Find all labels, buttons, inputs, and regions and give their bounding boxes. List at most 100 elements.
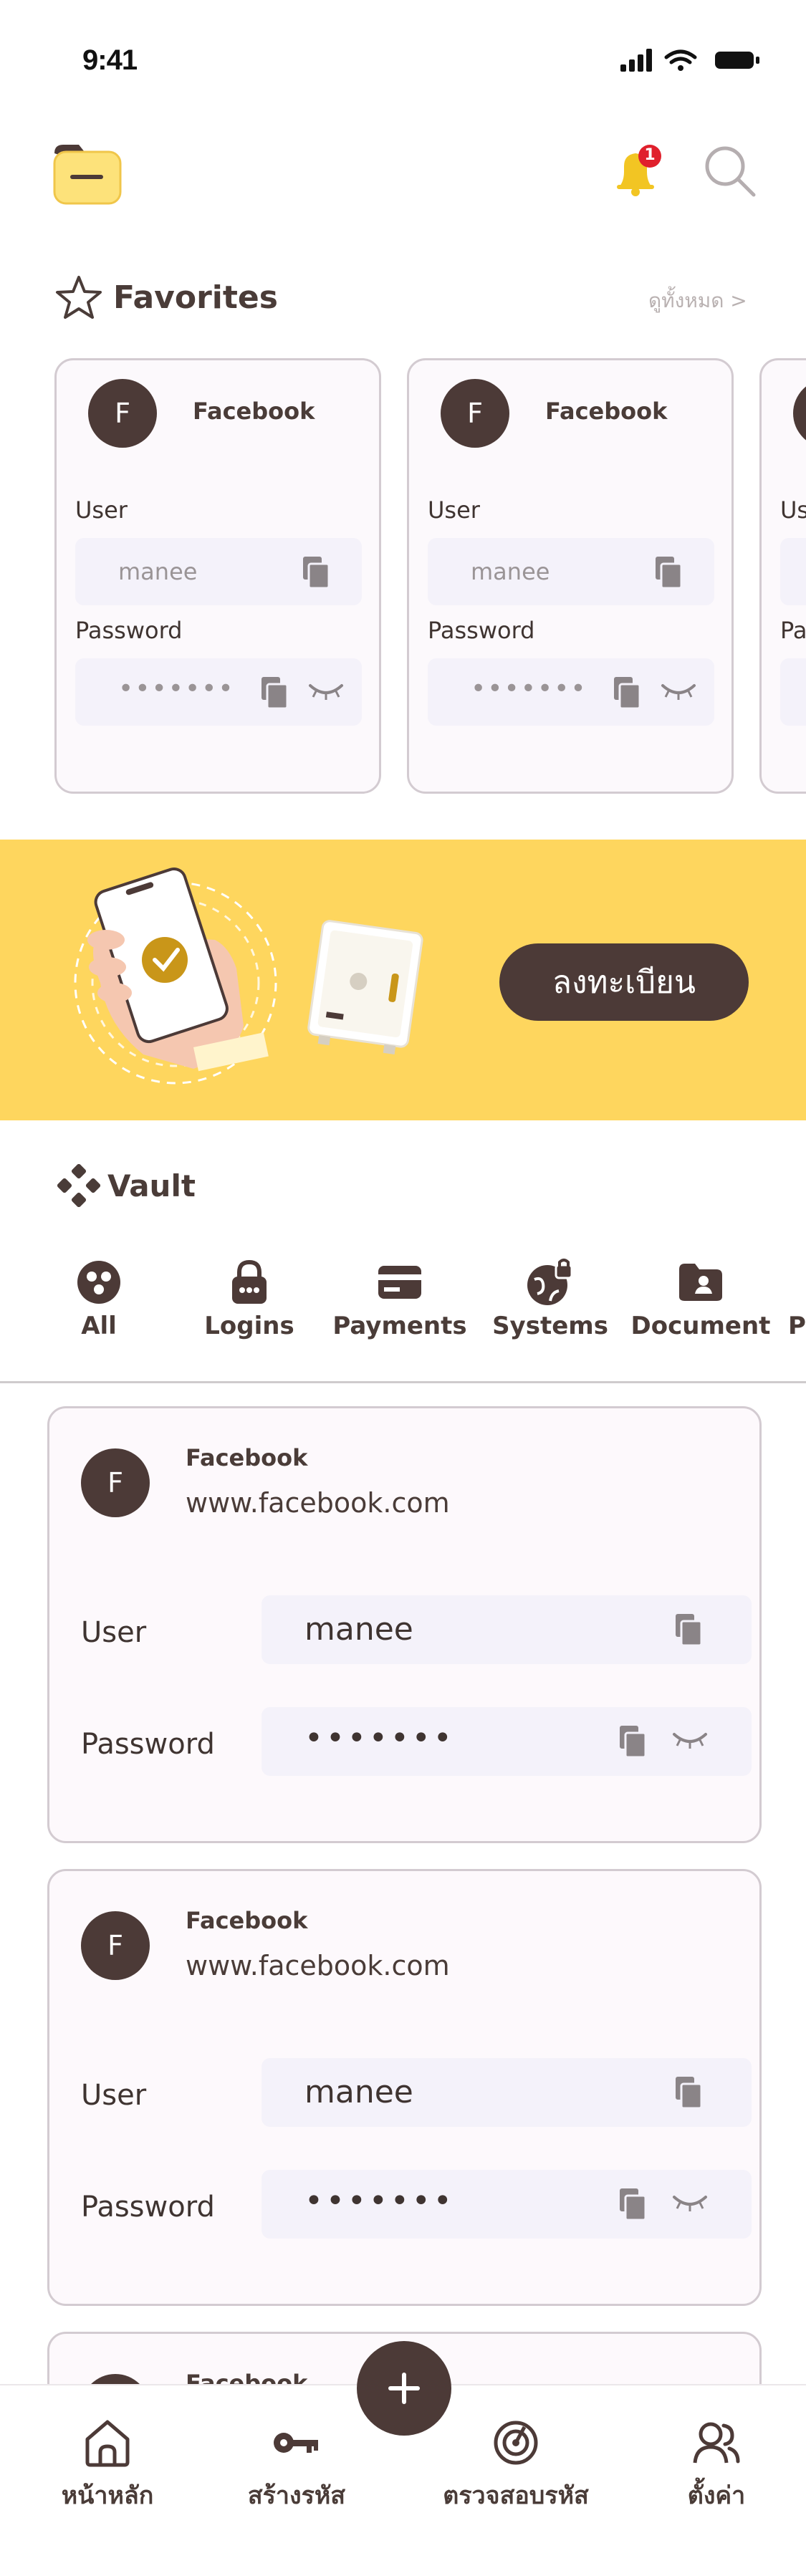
password-field: ••••••• <box>262 1707 752 1776</box>
add-item-button[interactable] <box>357 2341 451 2436</box>
copy-icon[interactable] <box>611 676 643 710</box>
eye-closed-icon[interactable] <box>307 680 345 703</box>
favorite-card-partial-clip: F Us Pa <box>759 358 806 794</box>
password-field: ••••••• <box>262 2170 752 2239</box>
copy-icon[interactable] <box>259 676 290 710</box>
all-circles-icon <box>77 1261 120 1304</box>
avatar: F <box>88 379 157 448</box>
copy-icon[interactable] <box>673 2075 704 2110</box>
vault-item-card[interactable]: F Facebook www.facebook.com User manee P… <box>47 1406 762 1843</box>
tab-label: Payments <box>332 1312 467 1340</box>
tab-label: Document <box>630 1312 771 1340</box>
nav-check-password[interactable]: ตรวจสอบรหัส <box>430 2385 602 2514</box>
tab-label: P <box>788 1312 806 1340</box>
key-icon <box>274 2433 318 2453</box>
user-value: manee <box>304 1611 413 1648</box>
see-all-link[interactable]: ดูทั้งหมด > <box>648 285 747 317</box>
folder-user-icon <box>679 1264 722 1301</box>
vault-item-card[interactable]: F Facebook www.facebook.com User manee P… <box>47 1869 762 2306</box>
nav-label: หน้าหลัก <box>61 2481 154 2510</box>
user-value: manee <box>471 558 550 585</box>
vault-header: Vault <box>57 1160 196 1211</box>
password-value: ••••••• <box>304 2183 455 2219</box>
copy-icon[interactable] <box>653 555 684 590</box>
nav-label: ตรวจสอบรหัส <box>443 2481 589 2510</box>
eye-closed-icon[interactable] <box>671 2191 709 2214</box>
tab-payments[interactable]: Payments <box>328 1257 471 1340</box>
register-button[interactable]: ลงทะเบียน <box>499 943 749 1021</box>
fav-site-name: Facebook <box>545 398 668 425</box>
check-password-icon <box>494 2421 538 2465</box>
vault-title: Vault <box>107 1168 196 1203</box>
password-label: Password <box>81 1728 215 1761</box>
password-field <box>780 658 806 726</box>
user-value: manee <box>304 2074 413 2110</box>
tabs-divider <box>0 1381 806 1383</box>
plus-icon <box>388 2373 420 2404</box>
user-field: manee <box>428 538 714 605</box>
copy-icon[interactable] <box>617 2187 648 2221</box>
banner-illustration <box>74 868 423 1085</box>
tab-systems[interactable]: Systems <box>479 1257 622 1340</box>
folder-menu-button[interactable] <box>52 142 122 205</box>
card-icon <box>378 1266 421 1299</box>
signal-icon <box>620 49 652 72</box>
user-field <box>780 538 806 605</box>
user-label: User <box>81 1616 147 1649</box>
nav-label: ตั้งค่า <box>687 2481 746 2510</box>
nav-generate-password[interactable]: สร้างรหัส <box>211 2385 383 2514</box>
password-value: ••••••• <box>471 674 587 703</box>
tab-all[interactable]: All <box>27 1257 171 1340</box>
password-field: ••••••• <box>428 658 714 726</box>
globe-lock-icon <box>527 1259 573 1305</box>
vault-item-name: Facebook <box>186 1444 308 1471</box>
nav-settings[interactable]: ตั้งค่า <box>630 2385 802 2514</box>
vault-item-url: www.facebook.com <box>186 1487 450 1519</box>
vault-category-tabs: All Logins Payments Systems Document P <box>0 1257 806 1357</box>
folder-icon <box>53 145 122 205</box>
tab-partial[interactable]: P <box>788 1257 806 1340</box>
tab-label: All <box>81 1312 117 1340</box>
avatar: F <box>441 379 509 448</box>
password-label: Password <box>81 2191 215 2224</box>
avatar: F <box>81 1448 150 1517</box>
search-button[interactable] <box>702 143 758 199</box>
users-settings-icon <box>693 2422 740 2464</box>
fav-site-name: Facebook <box>193 398 315 425</box>
password-label: Password <box>75 617 183 644</box>
nav-label: สร้างรหัส <box>247 2481 346 2510</box>
user-field: manee <box>262 2058 752 2127</box>
user-label: User <box>81 2079 147 2112</box>
home-icon <box>85 2420 130 2467</box>
avatar: F <box>793 379 806 448</box>
password-value: ••••••• <box>118 674 235 703</box>
favorite-card[interactable]: F Facebook User manee Password ••••••• <box>54 358 381 794</box>
favorite-card[interactable]: F Us Pa <box>759 358 806 794</box>
password-field: ••••••• <box>75 658 362 726</box>
user-value: manee <box>118 558 198 585</box>
eye-closed-icon[interactable] <box>660 680 697 703</box>
user-field: manee <box>75 538 362 605</box>
status-time: 9:41 <box>82 44 138 76</box>
tab-logins[interactable]: Logins <box>178 1257 321 1340</box>
eye-closed-icon[interactable] <box>671 1729 709 1751</box>
nav-home[interactable]: หน้าหลัก <box>21 2385 193 2514</box>
user-label: User <box>428 496 480 524</box>
notification-button[interactable]: 1 <box>613 143 661 198</box>
wifi-icon <box>664 49 697 64</box>
notification-badge: 1 <box>644 146 656 164</box>
search-icon <box>705 146 756 197</box>
vault-item-url: www.facebook.com <box>186 1950 450 1981</box>
copy-icon[interactable] <box>617 1724 648 1759</box>
copy-icon[interactable] <box>300 555 332 590</box>
password-label: Password <box>428 617 535 644</box>
status-icons <box>620 49 759 72</box>
vault-logo-icon <box>57 1164 100 1207</box>
favorites-header: Favorites <box>54 272 278 322</box>
favorite-card[interactable]: F Facebook User manee Password ••••••• <box>407 358 734 794</box>
tab-label: Systems <box>492 1312 608 1340</box>
tab-document[interactable]: Document <box>629 1257 772 1340</box>
copy-icon[interactable] <box>673 1613 704 1647</box>
avatar: F <box>81 1911 150 1980</box>
lock-icon <box>232 1259 267 1304</box>
